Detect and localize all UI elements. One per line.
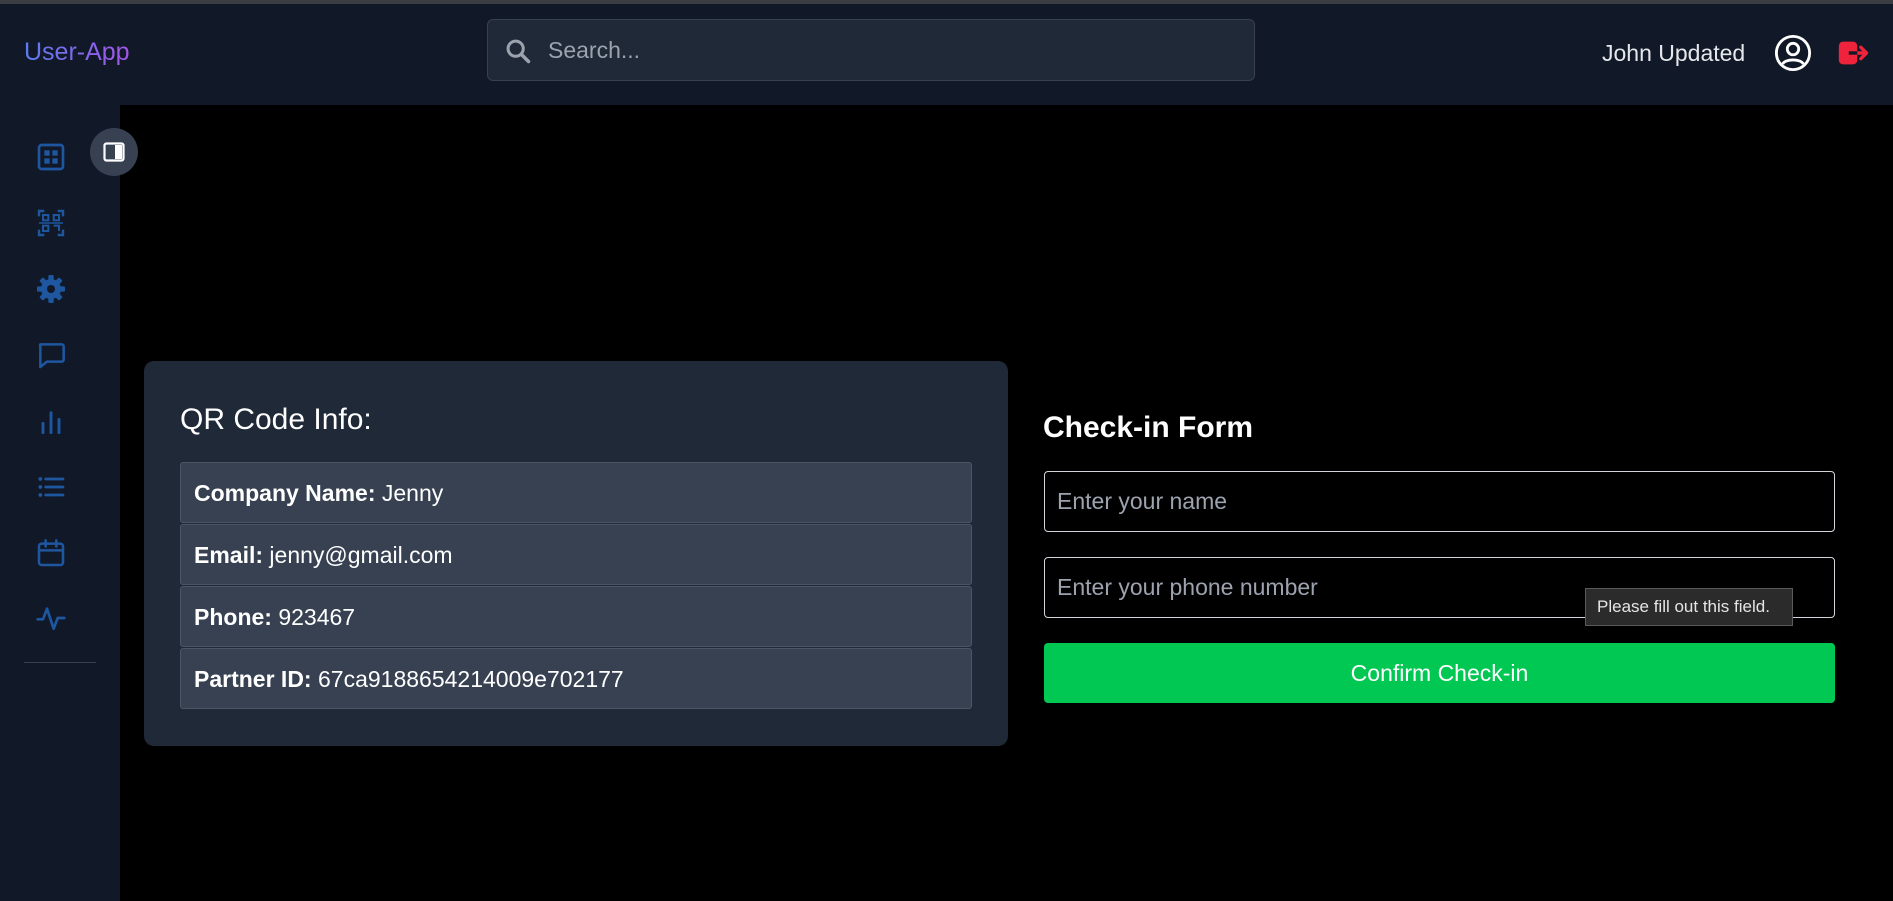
info-label: Partner ID: — [194, 666, 312, 692]
checkin-form-title: Check-in Form — [1043, 411, 1254, 444]
chat-icon[interactable] — [35, 339, 67, 371]
user-profile-icon[interactable] — [1774, 34, 1812, 72]
info-label: Email: — [194, 542, 264, 568]
username-label: John Updated — [1602, 40, 1746, 66]
search-icon — [506, 39, 531, 64]
bar-chart-icon[interactable] — [35, 406, 67, 438]
activity-icon[interactable] — [35, 602, 67, 634]
info-row-partner-id: Partner ID: 67ca9188654214009e702177 — [180, 648, 972, 709]
search-bar[interactable] — [487, 19, 1255, 81]
logout-icon[interactable] — [1836, 36, 1870, 70]
sidebar-toggle-icon — [103, 142, 125, 162]
qr-info-card: QR Code Info: Company Name: Jenny Email:… — [144, 361, 1008, 746]
validation-tooltip: Please fill out this field. — [1585, 588, 1793, 626]
qr-info-title: QR Code Info: — [180, 403, 372, 436]
info-label: Company Name: — [194, 480, 376, 506]
info-value: jenny@gmail.com — [269, 542, 453, 568]
info-row-company: Company Name: Jenny — [180, 462, 972, 523]
gear-icon[interactable] — [35, 273, 67, 305]
app-brand[interactable]: User-App — [24, 38, 130, 67]
info-label: Phone: — [194, 604, 272, 630]
info-row-phone: Phone: 923467 — [180, 586, 972, 647]
list-icon[interactable] — [35, 471, 67, 503]
info-value: 67ca9188654214009e702177 — [317, 666, 624, 692]
info-row-email: Email: jenny@gmail.com — [180, 524, 972, 585]
qr-scan-icon[interactable] — [35, 207, 67, 239]
confirm-checkin-button[interactable]: Confirm Check-in — [1044, 643, 1835, 703]
info-value: Jenny — [381, 480, 444, 506]
top-header: User-App John Updated — [0, 4, 1893, 105]
dashboard-icon[interactable] — [35, 141, 67, 173]
sidebar-divider — [24, 662, 96, 663]
info-value: 923467 — [278, 604, 356, 630]
search-input[interactable] — [548, 20, 1238, 80]
sidebar — [0, 105, 120, 901]
sidebar-toggle-button[interactable] — [90, 128, 138, 176]
calendar-icon[interactable] — [35, 537, 67, 569]
name-input[interactable] — [1044, 471, 1835, 532]
